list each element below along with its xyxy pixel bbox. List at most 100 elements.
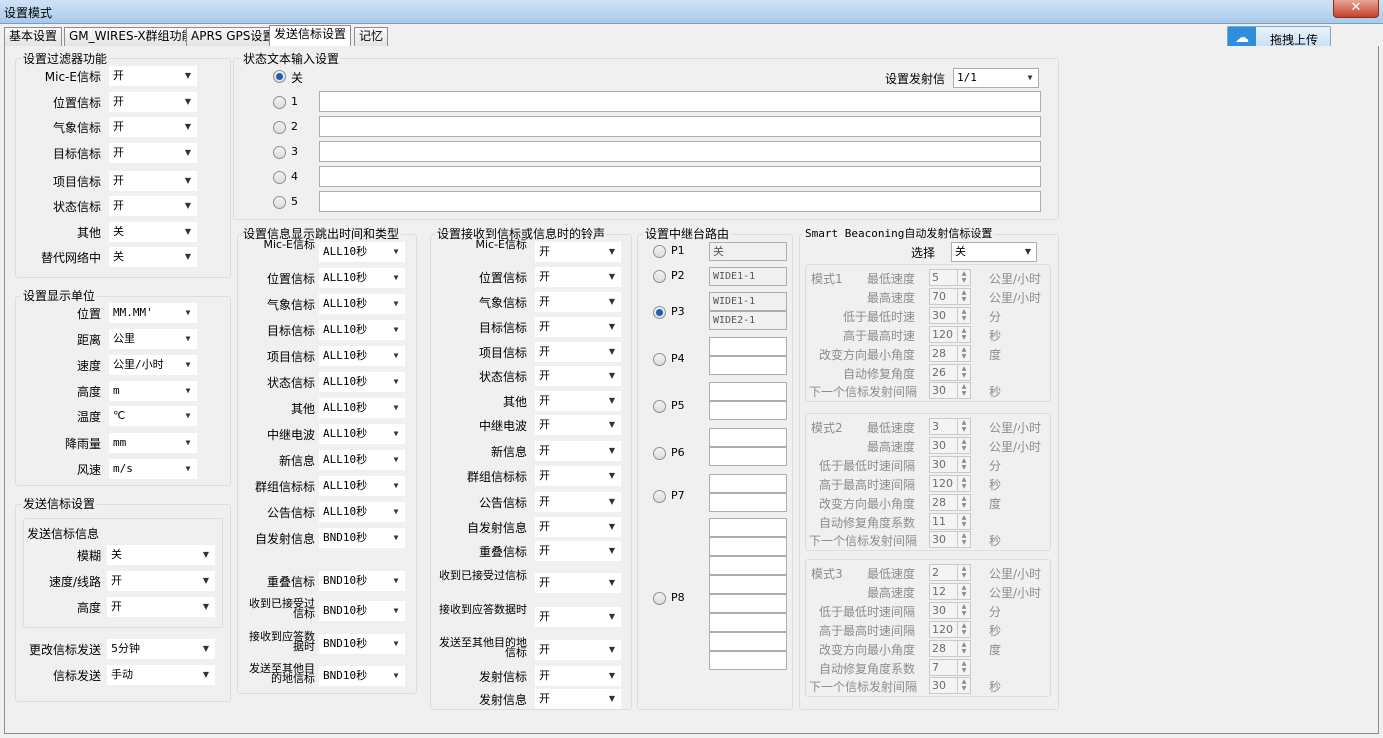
smart-mode-spinner-2-5[interactable]: 11 ▲ ▼ (929, 513, 971, 530)
popup-select-7[interactable]: ALL10秒 ▼ (319, 424, 405, 444)
ringer-select-16[interactable]: 开 ▼ (535, 666, 621, 686)
send-info-select-1[interactable]: 开 ▼ (107, 571, 215, 591)
digipath-field-7-0[interactable] (709, 518, 787, 537)
digipath-field-6-1[interactable] (709, 493, 787, 512)
popup-select-5[interactable]: ALL10秒 ▼ (319, 372, 405, 392)
popup-select-13[interactable]: BND10秒 ▼ (319, 601, 405, 621)
filter-select-2[interactable]: 开 ▼ (109, 117, 197, 137)
digipath-field-7-6[interactable] (709, 632, 787, 651)
popup-select-9[interactable]: ALL10秒 ▼ (319, 476, 405, 496)
smart-mode-spinner-1-4[interactable]: 28 ▲ ▼ (929, 345, 971, 362)
smart-mode-spinner-3-1[interactable]: 12 ▲ ▼ (929, 583, 971, 600)
status-text-radio-4[interactable] (273, 171, 286, 184)
filter-select-7[interactable]: 关 ▼ (109, 247, 197, 267)
digipath-field-7-4[interactable] (709, 594, 787, 613)
smart-mode-spinner-3-0[interactable]: 2 ▲ ▼ (929, 564, 971, 581)
filter-select-5[interactable]: 开 ▼ (109, 196, 197, 216)
digipath-radio-5[interactable] (653, 447, 666, 460)
smart-mode-spinner-2-6[interactable]: 30 ▲ ▼ (929, 531, 971, 548)
digipath-radio-1[interactable] (653, 270, 666, 283)
smart-mode-spinner-1-1[interactable]: 70 ▲ ▼ (929, 288, 971, 305)
digipath-field-7-3[interactable] (709, 575, 787, 594)
status-text-radio-2[interactable] (273, 121, 286, 134)
popup-select-2[interactable]: ALL10秒 ▼ (319, 294, 405, 314)
popup-select-14[interactable]: BND10秒 ▼ (319, 634, 405, 654)
digipath-field-7-5[interactable] (709, 613, 787, 632)
digipath-radio-4[interactable] (653, 400, 666, 413)
ringer-select-14[interactable]: 开 ▼ (535, 607, 621, 627)
ringer-select-7[interactable]: 开 ▼ (535, 415, 621, 435)
popup-select-6[interactable]: ALL10秒 ▼ (319, 398, 405, 418)
status-text-input-2[interactable] (319, 116, 1041, 137)
smart-mode-spinner-3-2[interactable]: 30 ▲ ▼ (929, 602, 971, 619)
ringer-select-4[interactable]: 开 ▼ (535, 342, 621, 362)
units-select-1[interactable]: 公里 ▼ (109, 329, 197, 349)
status-text-radio-3[interactable] (273, 146, 286, 159)
digipath-radio-6[interactable] (653, 490, 666, 503)
popup-select-4[interactable]: ALL10秒 ▼ (319, 346, 405, 366)
filter-select-1[interactable]: 开 ▼ (109, 92, 197, 112)
status-text-input-3[interactable] (319, 141, 1041, 162)
smart-mode-spinner-3-5[interactable]: 7 ▲ ▼ (929, 659, 971, 676)
smart-mode-spinner-1-2[interactable]: 30 ▲ ▼ (929, 307, 971, 324)
smart-mode-spinner-2-1[interactable]: 30 ▲ ▼ (929, 437, 971, 454)
popup-select-11[interactable]: BND10秒 ▼ (319, 528, 405, 548)
smart-mode-spinner-3-3[interactable]: 120 ▲ ▼ (929, 621, 971, 638)
ringer-select-1[interactable]: 开 ▼ (535, 267, 621, 287)
digipath-radio-0[interactable] (653, 245, 666, 258)
status-text-radio-0[interactable] (273, 70, 286, 83)
filter-select-4[interactable]: 开 ▼ (109, 171, 197, 191)
units-select-0[interactable]: MM.MM' ▼ (109, 303, 197, 323)
popup-select-10[interactable]: ALL10秒 ▼ (319, 502, 405, 522)
ringer-select-3[interactable]: 开 ▼ (535, 317, 621, 337)
ringer-select-2[interactable]: 开 ▼ (535, 292, 621, 312)
ringer-select-15[interactable]: 开 ▼ (535, 640, 621, 660)
smart-mode-spinner-1-5[interactable]: 26 ▲ ▼ (929, 364, 971, 381)
smart-mode-spinner-1-3[interactable]: 120 ▲ ▼ (929, 326, 971, 343)
status-text-input-4[interactable] (319, 166, 1041, 187)
ringer-select-17[interactable]: 开 ▼ (535, 689, 621, 709)
units-select-2[interactable]: 公里/小时 ▼ (109, 355, 197, 375)
status-text-input-1[interactable] (319, 91, 1041, 112)
digipath-field-2-1[interactable]: WIDE2-1 (709, 311, 787, 330)
popup-select-15[interactable]: BND10秒 ▼ (319, 666, 405, 686)
digipath-radio-2[interactable] (653, 306, 666, 319)
digipath-field-7-1[interactable] (709, 537, 787, 556)
close-button[interactable]: ✕ (1333, 0, 1379, 18)
tab-beacon[interactable]: 发送信标设置 (269, 25, 352, 47)
send-select-0[interactable]: 5分钟 ▼ (107, 639, 215, 659)
digipath-field-7-2[interactable] (709, 556, 787, 575)
digipath-field-3-0[interactable] (709, 337, 787, 356)
ringer-select-12[interactable]: 开 ▼ (535, 541, 621, 561)
units-select-4[interactable]: ℃ ▼ (109, 406, 197, 426)
digipath-field-2-0[interactable]: WIDE1-1 (709, 292, 787, 311)
digipath-field-4-0[interactable] (709, 382, 787, 401)
digipath-field-6-0[interactable] (709, 474, 787, 493)
tab-aprs-gps[interactable]: APRS GPS设置 (186, 27, 280, 46)
ringer-select-5[interactable]: 开 ▼ (535, 366, 621, 386)
tab-wires-x[interactable]: GM_WIRES-X群组功能 (64, 27, 199, 46)
popup-select-3[interactable]: ALL10秒 ▼ (319, 320, 405, 340)
ringer-select-0[interactable]: 开 ▼ (535, 242, 621, 262)
send-select-1[interactable]: 手动 ▼ (107, 665, 215, 685)
digipath-field-0-0[interactable]: 关 (709, 242, 787, 261)
popup-select-0[interactable]: ALL10秒 ▼ (319, 242, 405, 262)
ringer-select-9[interactable]: 开 ▼ (535, 466, 621, 486)
send-info-select-2[interactable]: 开 ▼ (107, 597, 215, 617)
smart-mode-spinner-1-6[interactable]: 30 ▲ ▼ (929, 382, 971, 399)
beacon-count-select[interactable]: 1/1 ▼ (953, 68, 1039, 88)
smart-mode-spinner-2-0[interactable]: 3 ▲ ▼ (929, 418, 971, 435)
digipath-field-5-1[interactable] (709, 447, 787, 466)
send-info-select-0[interactable]: 关 ▼ (107, 545, 215, 565)
digipath-field-7-7[interactable] (709, 651, 787, 670)
ringer-select-11[interactable]: 开 ▼ (535, 517, 621, 537)
smart-mode-spinner-2-3[interactable]: 120 ▲ ▼ (929, 475, 971, 492)
smart-mode-spinner-1-0[interactable]: 5 ▲ ▼ (929, 269, 971, 286)
digipath-field-4-1[interactable] (709, 401, 787, 420)
digipath-radio-7[interactable] (653, 592, 666, 605)
ringer-select-10[interactable]: 开 ▼ (535, 492, 621, 512)
smart-mode-spinner-2-4[interactable]: 28 ▲ ▼ (929, 494, 971, 511)
units-select-5[interactable]: mm ▼ (109, 433, 197, 453)
digipath-field-3-1[interactable] (709, 356, 787, 375)
smart-mode-spinner-2-2[interactable]: 30 ▲ ▼ (929, 456, 971, 473)
